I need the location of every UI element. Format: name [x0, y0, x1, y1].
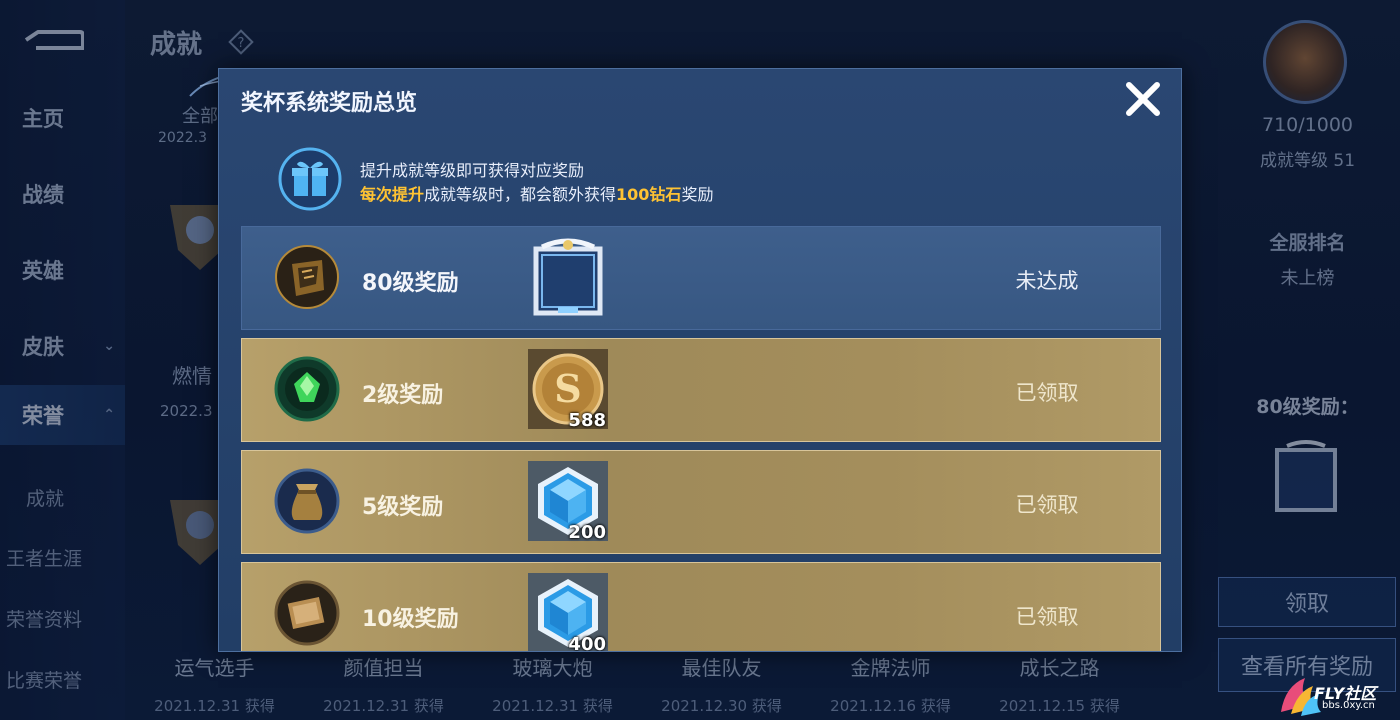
reward-status: 已领取: [1015, 605, 1079, 629]
achievement-summary-panel: 710/1000 成就等级 51 全服排名 未上榜 80级奖励： 领取 查看所有…: [1215, 0, 1400, 720]
watermark-url: bbs.0xy.cn: [1322, 700, 1375, 711]
info-text: 成就等级时，都会额外获得: [424, 185, 617, 204]
list-item[interactable]: 玻璃大炮 2021.12.31 获得: [468, 652, 637, 716]
sidebar-item-skins[interactable]: 皮肤 ⌄: [0, 316, 125, 376]
sidebar-item-record[interactable]: 战绩: [0, 164, 125, 224]
next-reward-label: 80级奖励：: [1256, 396, 1359, 418]
help-icon[interactable]: ?: [228, 29, 254, 55]
bg-date: 2022.3: [160, 402, 213, 420]
achievement-date: 2021.12.31 获得: [492, 697, 613, 715]
achievement-date: 2021.12.30 获得: [661, 697, 782, 715]
list-item[interactable]: 成长之路 2021.12.15 获得: [975, 652, 1144, 716]
reward-item: 400: [528, 573, 608, 652]
achievement-date: 2021.12.31 获得: [323, 697, 444, 715]
highlight-text: 100钻石: [616, 185, 682, 204]
pouch-emblem-icon: [274, 468, 340, 534]
reward-count: 200: [568, 522, 606, 543]
avatar-frame-icon: [533, 238, 603, 316]
rank-label: 全服排名: [1269, 232, 1346, 254]
svg-text:S: S: [554, 366, 581, 411]
sidebar-item-label: 荣誉: [22, 404, 64, 428]
sidebar-subitem-honor-profile[interactable]: 荣誉资料: [0, 605, 125, 632]
achievement-date: 2021.12.15 获得: [999, 697, 1120, 715]
reward-info-line1: 提升成就等级即可获得对应奖励: [360, 161, 585, 180]
reward-status: 未达成: [1015, 269, 1079, 293]
reward-item: S 588: [528, 349, 608, 431]
reward-count: 400: [568, 634, 606, 652]
reward-item: 200: [528, 461, 608, 543]
list-item[interactable]: 颜值担当 2021.12.31 获得: [299, 652, 468, 716]
list-item[interactable]: 最佳队友 2021.12.30 获得: [637, 652, 806, 716]
reward-row[interactable]: 2级奖励 S 588 已领取: [241, 338, 1161, 442]
sidebar-item-label: 皮肤: [22, 335, 64, 359]
reward-overview-dialog: 奖杯系统奖励总览 提升成就等级即可获得对应奖励 每次提升成就等级时，都会额外获得…: [218, 68, 1182, 652]
chevron-up-icon: ⌃: [103, 407, 115, 423]
achievement-name: 玻璃大炮: [512, 656, 593, 680]
bg-date: 2022.3: [158, 130, 207, 146]
achievement-name: 成长之路: [1019, 656, 1100, 680]
sidebar-subitem-achievement[interactable]: 成就: [0, 484, 125, 511]
achievement-name: 金牌法师: [850, 656, 931, 680]
sidebar: 主页 战绩 英雄 皮肤 ⌄ 荣誉 ⌃ 成就 王者生涯 荣誉资料 比赛荣誉: [0, 0, 125, 720]
sidebar-item-home[interactable]: 主页: [0, 88, 125, 148]
close-icon[interactable]: [1121, 77, 1165, 121]
list-item[interactable]: 运气选手 2021.12.31 获得: [130, 652, 299, 716]
level-80-emblem-icon: [275, 245, 339, 309]
list-item[interactable]: 金牌法师 2021.12.16 获得: [806, 652, 975, 716]
reward-count: 588: [568, 410, 606, 431]
info-text: 奖励: [681, 185, 714, 204]
reward-list: 80级奖励 未达成 2级奖励 S 588 已领取 5级奖励 200 已领取 10…: [241, 226, 1161, 652]
avatar-frame-icon: [1275, 440, 1337, 512]
achievement-progress: 710/1000: [1261, 114, 1354, 136]
sidebar-item-heroes[interactable]: 英雄: [0, 240, 125, 300]
sidebar-item-label: 英雄: [22, 259, 64, 283]
achievement-name: 运气选手: [174, 656, 255, 680]
reward-status: 已领取: [1015, 381, 1079, 405]
dialog-title: 奖杯系统奖励总览: [241, 91, 418, 116]
back-arrow-icon[interactable]: [22, 28, 84, 52]
rank-value: 未上榜: [1280, 268, 1335, 289]
achievement-badge-icon: [1263, 20, 1347, 104]
claim-button[interactable]: 领取: [1218, 577, 1396, 627]
sidebar-item-label: 战绩: [22, 183, 64, 207]
green-gem-emblem-icon: [274, 356, 340, 422]
chevron-down-icon: ⌄: [103, 338, 115, 354]
achievement-list: 运气选手 2021.12.31 获得 颜值担当 2021.12.31 获得 玻璃…: [130, 652, 1215, 720]
gift-icon: [278, 147, 342, 211]
reward-item: [528, 237, 608, 317]
sidebar-item-honor[interactable]: 荣誉 ⌃: [0, 385, 125, 445]
achievement-level: 成就等级 51: [1259, 151, 1356, 171]
reward-level-label: 2级奖励: [362, 383, 444, 408]
achievement-date: 2021.12.16 获得: [830, 697, 951, 715]
scroll-emblem-icon: [274, 580, 340, 646]
reward-row[interactable]: 5级奖励 200 已领取: [241, 450, 1161, 554]
reward-status: 已领取: [1015, 493, 1079, 517]
achievement-name: 最佳队友: [681, 656, 762, 680]
achievement-date: 2021.12.31 获得: [154, 697, 275, 715]
reward-level-label: 10级奖励: [362, 607, 459, 632]
reward-row[interactable]: 10级奖励 400 已领取: [241, 562, 1161, 652]
reward-level-label: 80级奖励: [362, 271, 459, 296]
sidebar-subitem-match-honor[interactable]: 比赛荣誉: [0, 666, 125, 693]
reward-info-line2: 每次提升成就等级时，都会额外获得100钻石奖励: [360, 181, 713, 205]
reward-row[interactable]: 80级奖励 未达成: [241, 226, 1161, 330]
highlight-text: 每次提升: [360, 185, 425, 204]
bg-achievement-name: 燃情: [172, 364, 212, 388]
reward-level-label: 5级奖励: [362, 495, 444, 520]
svg-text:?: ?: [238, 36, 245, 51]
sidebar-item-label: 主页: [22, 107, 64, 131]
sidebar-subitem-career[interactable]: 王者生涯: [0, 544, 125, 571]
achievement-name: 颜值担当: [343, 656, 424, 680]
